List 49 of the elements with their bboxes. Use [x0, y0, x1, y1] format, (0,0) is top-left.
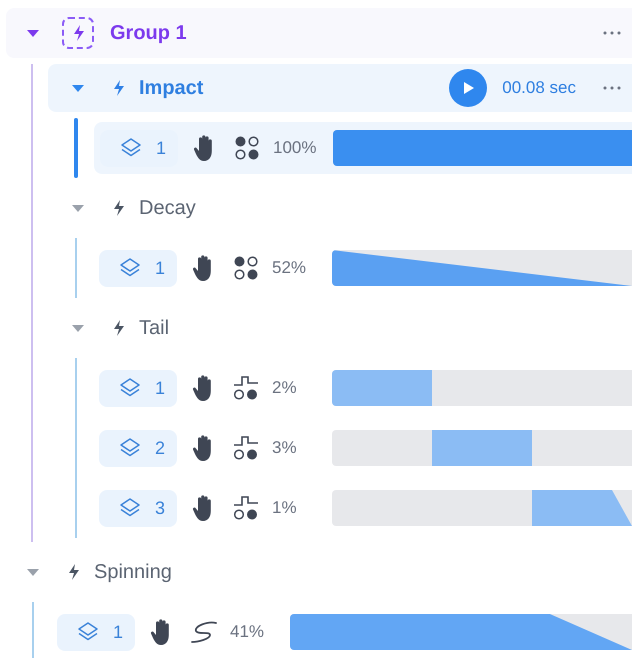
effect-row[interactable]: Spinning: [6, 548, 632, 596]
effect-title: Spinning: [94, 560, 172, 584]
layers-icon: [120, 137, 142, 159]
layer-button[interactable]: 1: [99, 370, 177, 406]
group-title: Group 1: [110, 22, 187, 44]
curve-pattern-icon: [190, 620, 218, 644]
layer-button[interactable]: 1: [57, 614, 135, 650]
intensity-percent: 1%: [272, 498, 298, 518]
layers-icon: [119, 497, 141, 519]
layer-button[interactable]: 1: [99, 250, 177, 286]
more-icon[interactable]: [602, 30, 622, 36]
duration-text: 00.08 sec: [502, 78, 576, 98]
layers-icon: [119, 257, 141, 279]
layer-row[interactable]: 1 100%: [94, 122, 632, 174]
layer-row[interactable]: 1 2%: [93, 362, 632, 414]
effect-title: Tail: [139, 316, 170, 340]
dots-pattern-icon: [233, 255, 259, 281]
effect-row[interactable]: Decay: [48, 184, 632, 232]
intensity-percent: 100%: [273, 138, 318, 158]
step-pattern-icon: [233, 435, 259, 461]
step-pattern-icon: [233, 375, 259, 401]
layers-icon: [119, 377, 141, 399]
layer-row[interactable]: 2 3%: [93, 422, 632, 474]
layer-row[interactable]: 1 52%: [93, 242, 632, 294]
layer-button[interactable]: 1: [100, 130, 178, 166]
dots-pattern-icon: [234, 135, 260, 161]
more-icon[interactable]: [602, 85, 622, 91]
step-pattern-icon: [233, 495, 259, 521]
play-button[interactable]: [449, 69, 488, 107]
layers-icon: [119, 437, 141, 459]
effect-row[interactable]: Tail: [48, 304, 632, 352]
layer-button[interactable]: 2: [99, 430, 177, 466]
intensity-percent: 52%: [272, 258, 308, 278]
bolt-icon: [66, 563, 80, 581]
group-bolt-icon: [62, 17, 94, 49]
effect-row[interactable]: Impact 00.08 sec: [48, 64, 632, 112]
intensity-percent: 41%: [230, 622, 266, 642]
bolt-icon: [111, 319, 125, 337]
effect-title: Decay: [139, 196, 196, 220]
bolt-icon: [111, 79, 125, 97]
intensity-percent: 3%: [272, 438, 298, 458]
layers-icon: [77, 621, 99, 643]
intensity-percent: 2%: [272, 378, 298, 398]
layer-button[interactable]: 3: [99, 490, 177, 526]
bolt-icon: [111, 199, 125, 217]
effect-title: Impact: [139, 76, 204, 100]
layer-row[interactable]: 1 41%: [51, 606, 632, 658]
group-row[interactable]: Group 1: [6, 8, 632, 58]
layer-row[interactable]: 3 1%: [93, 482, 632, 534]
